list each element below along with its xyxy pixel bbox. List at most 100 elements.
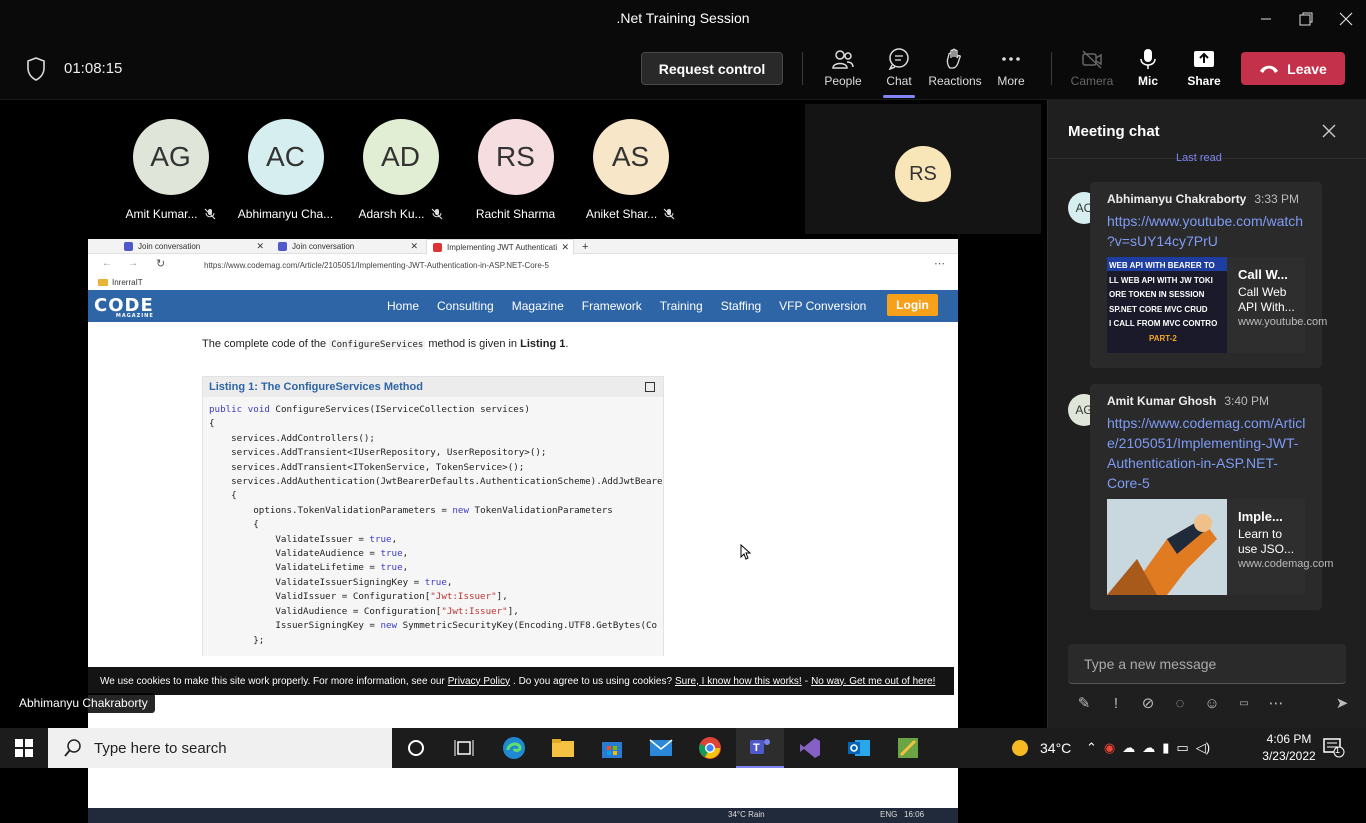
chat-icon [888,48,909,70]
refresh-icon[interactable]: ↻ [156,257,165,270]
favorite-folder[interactable]: InrerraIT [112,278,143,287]
weather-widget[interactable]: 34°C [1010,728,1071,768]
task-view-button[interactable] [440,728,488,768]
reactions-button[interactable]: Reactions [925,48,985,94]
participant-tile[interactable]: AG Amit Kumar... [113,119,228,221]
snipping-tool-app[interactable] [884,728,932,768]
link-preview-card[interactable]: WEB API WITH BEARER TO LL WEB API WITH J… [1107,257,1328,353]
start-button[interactable] [0,728,48,768]
more-icon [1002,57,1020,61]
sender-name: Abhimanyu Chakraborty [1107,192,1247,206]
chrome-app[interactable] [686,728,734,768]
notification-center-button[interactable]: 1 [1323,738,1345,763]
participant-tile[interactable]: AD Adarsh Ku... [343,119,458,221]
gif-icon[interactable]: ▭ [1228,698,1260,709]
mail-app[interactable] [637,728,685,768]
cookie-decline-link[interactable]: No way. Get me out of here! [811,676,935,687]
loop-icon[interactable]: ◌ [1164,695,1196,712]
participant-name: Amit Kumar... [125,207,198,221]
site-logo[interactable]: CODE MAGAZINE [94,295,154,319]
browser-tab[interactable]: Join conversation ✕ [272,239,422,254]
weather-temp: 34°C [1040,740,1072,756]
preview-domain: www.youtube.com [1238,316,1328,328]
close-window-button[interactable] [1326,0,1366,38]
forward-icon[interactable]: → [128,258,138,269]
more-options-icon[interactable]: ⋯ [1260,694,1292,712]
browser-tab[interactable]: Join conversation ✕ [118,239,268,254]
taskbar-clock[interactable]: 4:06 PM 3/23/2022 [1254,731,1324,765]
code-line: services.AddTransient<IUserRepository, U… [209,447,547,459]
app-tray-icon[interactable]: ◉ [1104,740,1115,756]
network-cloud-icon[interactable]: ☁ [1122,740,1135,756]
code-line: services.AddAuthentication(JwtBearerDefa… [209,476,663,488]
file-explorer-app[interactable] [539,728,587,768]
cortana-button[interactable] [392,728,440,768]
browser-menu-icon[interactable]: ⋯ [934,257,945,270]
onedrive-icon[interactable]: ☁ [1142,740,1155,756]
chevron-up-icon[interactable]: ⌃ [1086,740,1097,756]
volume-icon[interactable]: ◁) [1196,740,1210,756]
browser-address-bar[interactable]: https://www.codemag.com/Article/2105051/… [180,257,760,273]
avatar: AC [247,119,324,195]
participant-tile[interactable]: AS Aniket Shar... [573,119,688,221]
close-chat-icon[interactable] [1322,124,1336,138]
nav-training[interactable]: Training [660,299,703,313]
code-line: ValidAudience = Configuration["Jwt:Issue… [209,605,519,617]
self-video-tile[interactable]: RS [805,104,1041,234]
share-button[interactable]: Share [1174,48,1234,94]
nav-vfp-conversion[interactable]: VFP Conversion [779,299,866,313]
message-link[interactable]: https://www.codemag.com/Article/2105051/… [1090,408,1310,493]
nav-staffing[interactable]: Staffing [721,299,761,313]
more-button[interactable]: More [981,48,1041,94]
teams-app[interactable]: T [736,728,784,768]
mic-muted-icon [431,208,442,220]
minimize-button[interactable] [1246,0,1286,38]
message-compose-box[interactable]: Type a new message [1068,644,1346,684]
important-icon[interactable]: ! [1100,695,1132,712]
tab-label: Implementing JWT Authenticati [447,242,558,252]
mic-tray-icon[interactable]: ▮ [1162,740,1169,756]
mail-icon [649,739,673,756]
chat-button[interactable]: Chat [869,48,929,94]
close-tab-icon[interactable]: ✕ [256,241,264,252]
login-button[interactable]: Login [887,294,938,316]
nav-magazine[interactable]: Magazine [512,299,564,313]
participant-tile[interactable]: AC Abhimanyu Cha... [228,119,343,221]
store-app[interactable] [588,728,636,768]
camera-button[interactable]: Camera [1062,48,1122,94]
new-tab-button[interactable]: + [578,239,598,254]
message-link[interactable]: https://www.youtube.com/watch?v=sUY14cy7… [1090,206,1310,251]
edge-app[interactable] [490,728,538,768]
mic-button[interactable]: Mic [1118,48,1178,94]
nav-framework[interactable]: Framework [582,299,642,313]
browser-tab-active[interactable]: Implementing JWT Authenticati ✕ [426,239,574,254]
outlook-app[interactable] [835,728,883,768]
tab-label: Join conversation [292,242,355,251]
emoji-icon[interactable]: ☺ [1196,695,1228,712]
format-icon[interactable]: ✎ [1068,694,1100,712]
code-line: services.AddControllers(); [209,432,375,444]
copy-icon[interactable] [645,382,655,392]
participant-tile[interactable]: RS Rachit Sharma [458,119,573,221]
code-line: public void ConfigureServices(IServiceCo… [209,404,530,415]
nav-consulting[interactable]: Consulting [437,299,494,313]
close-tab-icon[interactable]: ✕ [410,241,418,252]
network-icon[interactable]: ▭ [1176,740,1188,756]
privacy-policy-link[interactable]: Privacy Policy [448,676,510,687]
back-icon[interactable]: ← [102,258,112,269]
close-tab-icon[interactable]: ✕ [561,242,569,253]
attach-icon[interactable]: ⊘ [1132,694,1164,712]
restore-button[interactable] [1286,0,1326,38]
visual-studio-app[interactable] [786,728,834,768]
message-time: 3:33 PM [1254,192,1300,206]
teams-favicon [278,242,287,251]
taskbar-search[interactable]: Type here to search [48,728,392,768]
nav-home[interactable]: Home [387,299,419,313]
browser-address-row: ← → ↻ https://www.codemag.com/Article/21… [88,254,958,276]
link-preview-card[interactable]: Imple... Learn to use JSO... www.codemag… [1107,499,1333,595]
request-control-button[interactable]: Request control [641,52,783,85]
people-button[interactable]: People [813,48,873,94]
leave-button[interactable]: Leave [1241,52,1345,85]
cookie-accept-link[interactable]: Sure, I know how this works! [675,676,802,687]
send-icon[interactable]: ➤ [1326,694,1358,712]
